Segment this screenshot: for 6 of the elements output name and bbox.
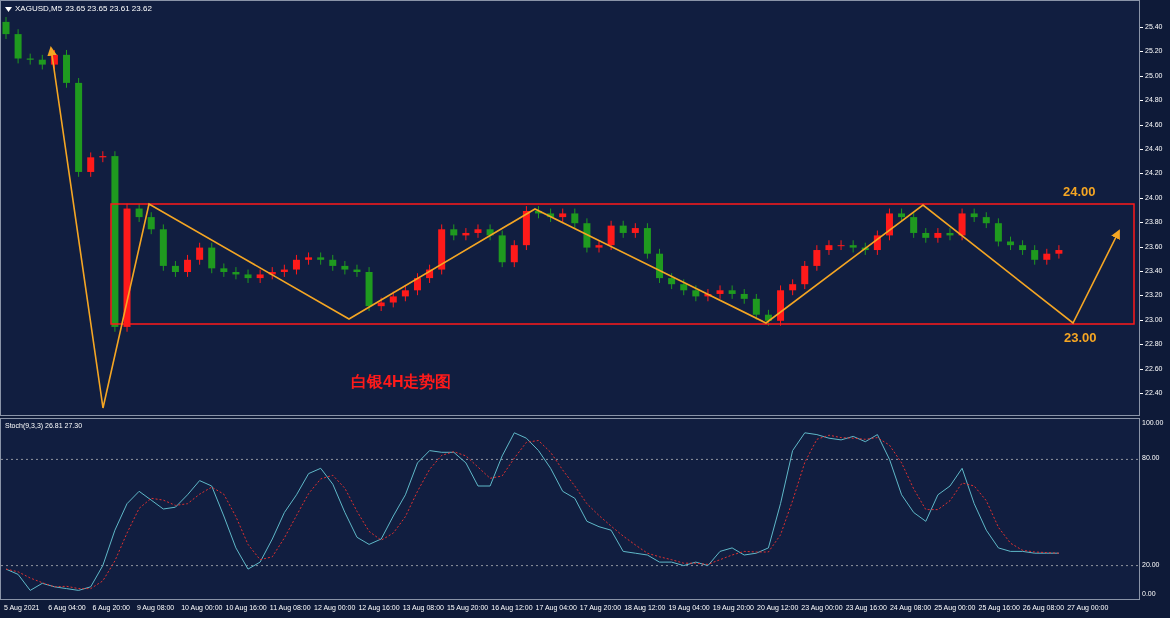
symbol-label: XAGUSD,M5 <box>15 3 63 15</box>
quote-values: 23.65 23.65 23.61 23.62 <box>65 3 152 15</box>
dropdown-icon[interactable] <box>5 6 12 12</box>
level-label: 24.00 <box>1063 183 1096 201</box>
chart-caption: 白银4H走势图 <box>351 372 452 392</box>
level-label: 23.00 <box>1064 329 1097 347</box>
